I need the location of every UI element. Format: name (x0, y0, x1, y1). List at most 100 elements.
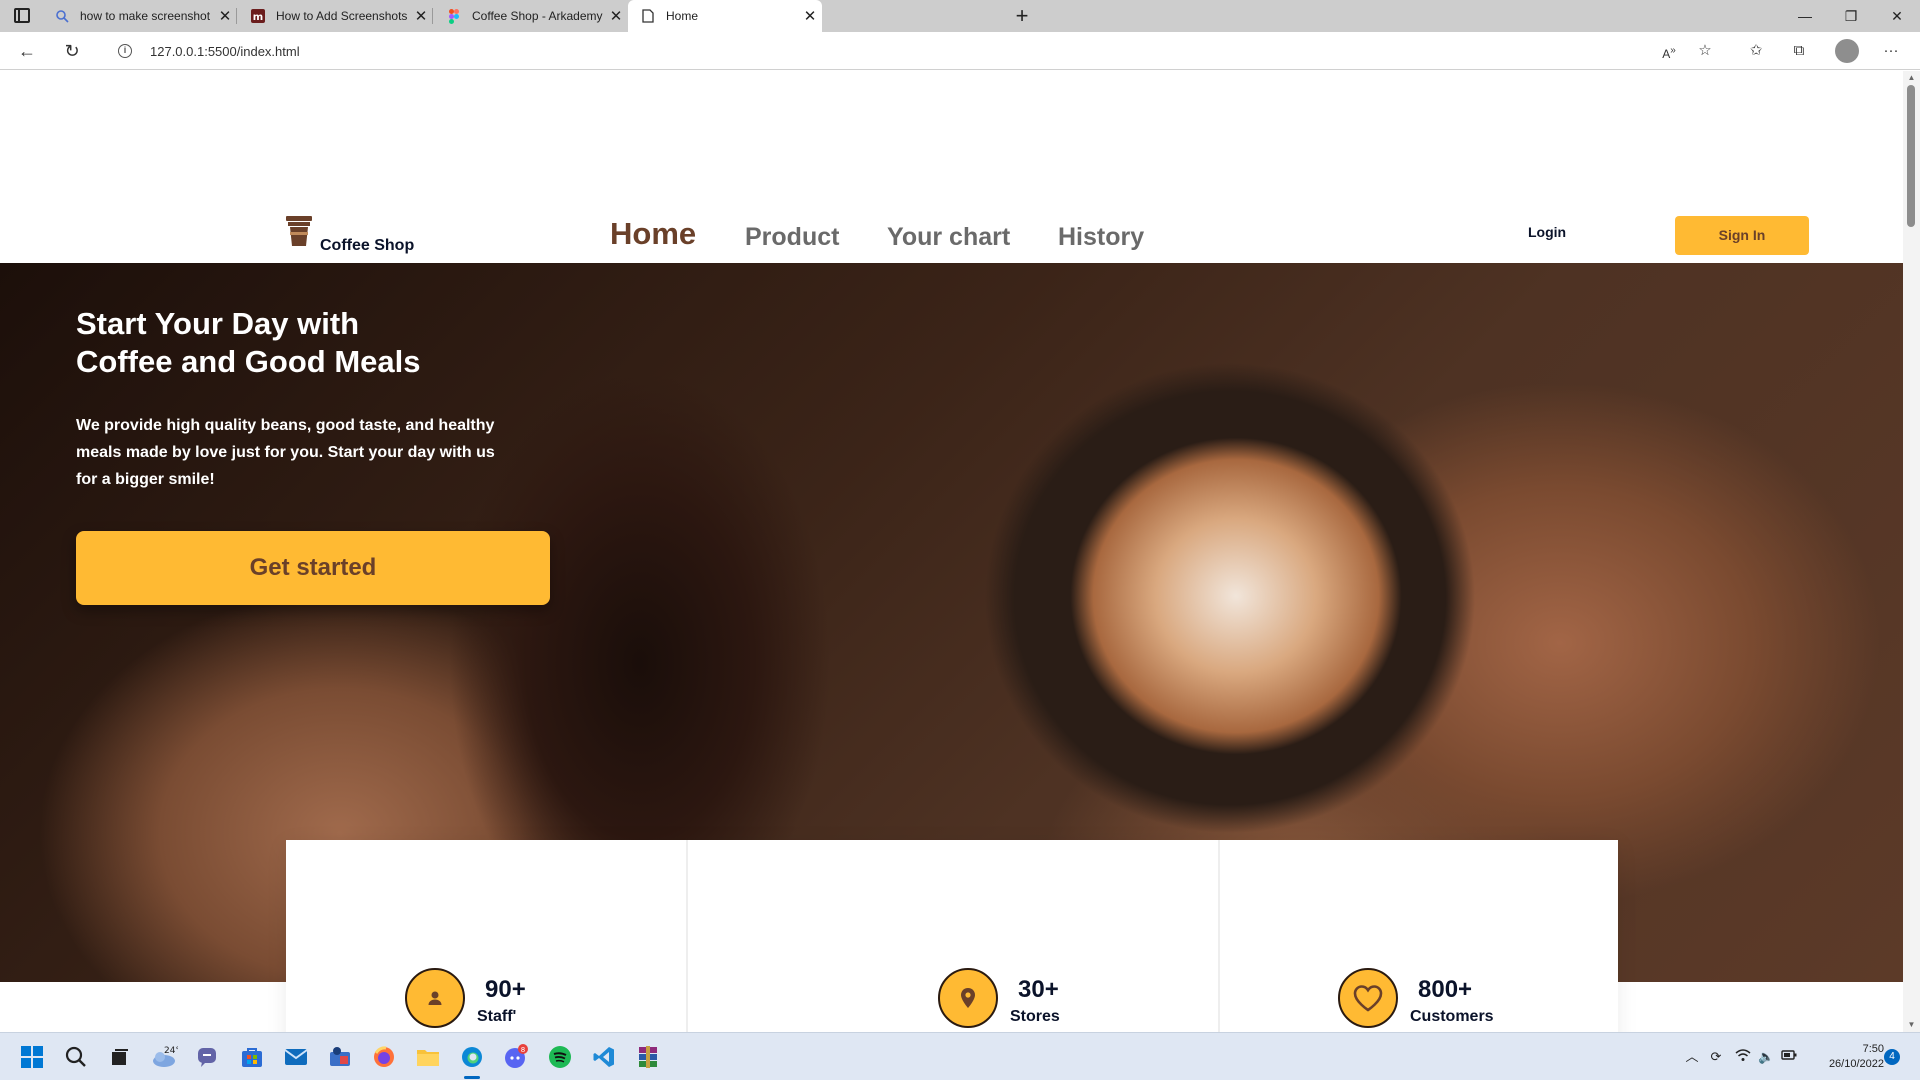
scroll-down-icon[interactable]: ▼ (1907, 1020, 1916, 1029)
stat-staff: 90+ Staff' (405, 968, 585, 1028)
page-icon (640, 8, 656, 24)
coffee-cup-icon (286, 216, 312, 246)
clock-time: 7:50 (1862, 1043, 1884, 1055)
tab-title: How to Add Screenshots and An (276, 9, 409, 23)
search-icon (54, 8, 70, 24)
location-pin-icon (938, 968, 998, 1028)
mail-icon[interactable] (282, 1043, 310, 1071)
favorites-icon[interactable]: ✩ (1745, 41, 1767, 61)
hero-description: We provide high quality beans, good tast… (76, 412, 526, 493)
svg-text:m: m (253, 12, 263, 23)
teams-chat-icon[interactable] (194, 1043, 222, 1071)
file-explorer-icon[interactable] (414, 1043, 442, 1071)
onedrive-sync-icon[interactable]: ⟳ (1708, 1048, 1724, 1066)
nav-history[interactable]: History (1058, 223, 1144, 252)
winrar-icon[interactable] (634, 1043, 662, 1071)
contacts-app-icon[interactable] (326, 1043, 354, 1071)
scroll-up-icon[interactable]: ▲ (1907, 73, 1916, 82)
edge-icon[interactable] (458, 1043, 486, 1071)
weather-temp: 24° (164, 1046, 178, 1056)
collections-icon[interactable]: ⧉ (1788, 41, 1810, 61)
more-options-icon[interactable]: ··· (1880, 41, 1902, 61)
vscode-icon[interactable] (590, 1043, 618, 1071)
battery-icon[interactable] (1781, 1048, 1797, 1066)
spotify-icon[interactable] (546, 1043, 574, 1071)
tab-title: Home (666, 9, 699, 23)
tab-actions-icon[interactable] (14, 8, 30, 23)
hero-desc-line-3: for a bigger smile! (76, 471, 215, 488)
search-icon[interactable] (62, 1043, 90, 1071)
browser-toolbar: ← ↻ i 127.0.0.1:5500/index.html A» ☆ ✩ ⧉… (0, 32, 1920, 70)
minimize-icon[interactable]: — (1782, 0, 1828, 32)
sign-in-button[interactable]: Sign In (1675, 216, 1809, 255)
tab-title: Coffee Shop - Arkademy – Figma (472, 9, 604, 23)
hero-title-line-1: Start Your Day with (76, 306, 360, 341)
clock-date: 26/10/2022 (1828, 1058, 1884, 1070)
stat-value: 30+ (1018, 976, 1059, 1003)
user-icon (405, 968, 465, 1028)
close-tab-icon[interactable]: ✕ (409, 7, 433, 25)
firefox-icon[interactable] (370, 1043, 398, 1071)
reload-icon[interactable]: ↻ (59, 39, 85, 63)
heart-icon (1338, 968, 1398, 1028)
back-icon[interactable]: ← (14, 39, 40, 63)
stats-card: 90+ Staff' 30+ Stores 800+ Customers (286, 840, 1618, 1032)
discord-badge: 8 (521, 1046, 525, 1054)
url-text[interactable]: 127.0.0.1:5500/index.html (150, 44, 300, 59)
get-started-button[interactable]: Get started (76, 531, 550, 605)
browser-tab-3[interactable]: Coffee Shop - Arkademy – Figma ✕ (434, 0, 628, 32)
nav-your-chart[interactable]: Your chart (887, 223, 1010, 252)
address-bar[interactable]: i 127.0.0.1:5500/index.html (104, 36, 1734, 66)
stat-stores: 30+ Stores (938, 968, 1118, 1028)
stat-value: 800+ (1418, 976, 1473, 1003)
tab-separator (432, 8, 433, 24)
m-logo-icon: m (250, 8, 266, 24)
close-window-icon[interactable]: ✕ (1874, 0, 1920, 32)
hero-desc-line-2: meals made by love just for you. Start y… (76, 444, 495, 461)
browser-tab-2[interactable]: m How to Add Screenshots and An ✕ (238, 0, 433, 32)
wifi-icon[interactable] (1735, 1048, 1751, 1066)
stat-value: 90+ (485, 976, 526, 1003)
browser-tab-active[interactable]: Home ✕ (628, 0, 822, 32)
close-tab-icon[interactable]: ✕ (213, 7, 237, 25)
weather-icon[interactable]: 24° (150, 1043, 178, 1071)
login-link[interactable]: Login (1528, 224, 1566, 240)
ms-store-icon[interactable] (238, 1043, 266, 1071)
site-logo-text[interactable]: Coffee Shop (320, 237, 414, 255)
tab-title: how to make screenshot in repo (80, 9, 213, 23)
profile-avatar[interactable] (1835, 39, 1859, 63)
close-tab-icon[interactable]: ✕ (798, 7, 822, 25)
system-clock[interactable]: 7:50 26/10/2022 (1808, 1042, 1884, 1072)
stat-label: Staff' (477, 1008, 517, 1025)
stat-divider (1218, 840, 1220, 1032)
new-tab-button[interactable]: + (1010, 2, 1034, 30)
windows-start-icon[interactable] (18, 1043, 46, 1071)
add-favorite-icon[interactable]: ☆ (1694, 41, 1716, 61)
discord-icon[interactable]: 8 (502, 1043, 530, 1071)
page-viewport: Coffee Shop Home Product Your chart Hist… (0, 71, 1903, 1032)
browser-tab-1[interactable]: how to make screenshot in repo ✕ (42, 0, 237, 32)
scrollbar-thumb[interactable] (1907, 85, 1915, 227)
nav-product[interactable]: Product (745, 223, 839, 252)
nav-home[interactable]: Home (610, 216, 696, 252)
stat-customers: 800+ Customers (1338, 968, 1538, 1028)
notification-badge[interactable]: 4 (1884, 1049, 1900, 1065)
task-view-icon[interactable] (106, 1043, 134, 1071)
show-hidden-icons[interactable]: ︿ (1684, 1048, 1700, 1066)
page-scrollbar[interactable]: ▲ ▼ (1903, 71, 1920, 1032)
close-tab-icon[interactable]: ✕ (604, 7, 628, 25)
info-icon[interactable]: i (118, 44, 132, 58)
stat-label: Customers (1410, 1008, 1494, 1025)
hero-title-line-2: Coffee and Good Meals (76, 344, 421, 379)
stat-label: Stores (1010, 1008, 1060, 1025)
read-aloud-icon[interactable]: A» (1658, 41, 1680, 61)
active-app-indicator (464, 1076, 480, 1079)
figma-icon (446, 8, 462, 24)
hero-title: Start Your Day with Coffee and Good Meal… (76, 305, 596, 381)
site-navbar: Coffee Shop Home Product Your chart Hist… (0, 201, 1903, 261)
tab-separator (236, 8, 237, 24)
volume-icon[interactable]: 🔈 (1758, 1048, 1774, 1066)
restore-icon[interactable]: ❐ (1828, 0, 1874, 32)
windows-taskbar: 24° 8 ︿ ⟳ 🔈 7:50 26/10/2022 4 (0, 1032, 1920, 1080)
hero-desc-line-1: We provide high quality beans, good tast… (76, 417, 495, 434)
